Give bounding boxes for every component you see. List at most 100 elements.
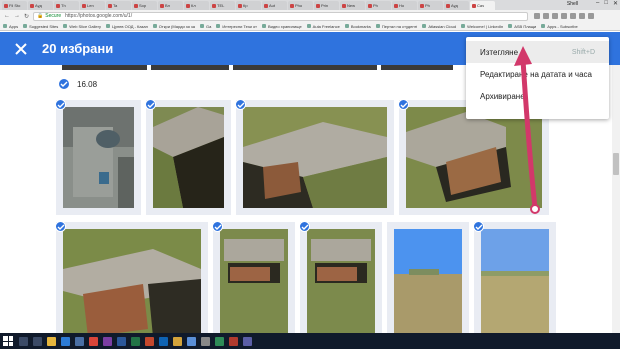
outlook-icon[interactable] [159,336,168,346]
bookmark-label: ASB Плащи [514,23,537,29]
browser-tab[interactable]: Ауд [28,1,53,10]
bookmark-item[interactable]: Web Slice Gallery [63,24,101,29]
photo-select-checkbox[interactable] [212,221,223,232]
photo-select-checkbox[interactable] [473,221,484,232]
menu-item-download[interactable]: Изтегляне Shift+D [466,41,609,63]
browser-tab[interactable]: Sop [132,1,157,10]
close-window-icon[interactable]: ✕ [613,0,618,7]
browser-tab[interactable]: Вл [158,1,183,10]
browser-tab[interactable]: Prin [314,1,339,10]
browser-tab[interactable]: Сач [470,1,495,10]
browser-tab[interactable]: Th [54,1,79,10]
onenote-icon[interactable] [103,336,112,346]
search-icon[interactable] [19,336,28,346]
app-icon[interactable] [173,336,182,346]
bookmark-favicon-icon [306,24,311,28]
photo-tile[interactable] [55,99,141,215]
back-icon[interactable]: ← [4,13,10,19]
browser-tab[interactable]: Ph [366,1,391,10]
extension-icon[interactable] [543,13,550,19]
tab-label: Ауд [451,3,458,8]
extension-icon[interactable] [579,13,586,19]
browser-tab[interactable]: Кл [184,1,209,10]
bookmark-item[interactable]: ASB Плащи [508,24,536,29]
bookmark-item[interactable]: Цунев ООД - Казан [105,23,148,29]
chrome-icon[interactable] [89,336,98,346]
close-icon[interactable] [14,42,28,56]
photo-tile[interactable] [299,221,382,342]
bookmark-item[interactable]: Интересни Тези от [216,24,257,29]
photo-tile[interactable] [473,221,556,342]
powerpoint-icon[interactable] [145,336,154,346]
page-scrollbar[interactable] [612,65,620,349]
extension-icon[interactable] [570,13,577,19]
browser-profile-name[interactable]: Shell [567,1,578,7]
bookmark-item[interactable]: Welcome! | LinkedIn [461,24,503,29]
tab-favicon-icon [160,3,164,8]
browser-tab[interactable]: Pho [288,1,313,10]
photo-select-checkbox[interactable] [55,221,66,232]
bookmark-item[interactable]: Откри (Марди зя за [152,24,195,29]
photo-tile[interactable] [212,221,295,342]
browser-tab[interactable]: Len [80,1,105,10]
photo-tile[interactable] [55,221,208,342]
tab-favicon-icon [82,3,86,8]
photo-select-checkbox[interactable] [235,99,246,110]
app-icon[interactable] [187,336,196,346]
word-icon[interactable] [117,336,126,346]
browser-tab[interactable]: Fil Sto [2,1,27,10]
app-icon[interactable] [243,336,252,346]
browser-tab[interactable]: New [340,1,365,10]
bookmark-item[interactable]: Apps [3,24,18,29]
photo-select-checkbox[interactable] [55,99,66,110]
menu-icon[interactable] [588,13,595,19]
bookmark-item[interactable]: Пертал на студенті [375,24,417,29]
task-view-icon[interactable] [33,336,42,346]
tab-favicon-icon [30,3,34,8]
browser-tab[interactable]: Кр [236,1,261,10]
menu-item-archive[interactable]: Архивиране [466,85,609,107]
browser-tab[interactable]: Ауд [444,1,469,10]
bookmark-item[interactable]: Auta Freelance [306,24,340,29]
forward-icon[interactable]: → [14,13,20,19]
maximize-icon[interactable]: □ [604,0,608,7]
photo-tile[interactable] [387,222,469,342]
photo-select-checkbox[interactable] [398,99,409,110]
bookmark-item[interactable]: Atlassian Cloud [422,24,456,29]
bookmark-label: Цунев ООД - Казан [111,23,148,29]
menu-item-edit-date-time[interactable]: Редактиране на датата и часа [466,63,609,85]
group-select-checkbox[interactable] [58,78,70,90]
bookmark-item[interactable]: Apps - Subscribe [541,24,578,29]
reload-icon[interactable]: ↻ [24,13,29,20]
bookmark-item[interactable]: Bookmarks [344,24,371,29]
browser-tab[interactable]: Aut [262,1,287,10]
app-icon[interactable] [215,336,224,346]
bookmark-label: Видео хранилище [267,23,302,29]
browser-tab[interactable]: TEL [210,1,235,10]
secure-label: Secure [45,13,62,19]
extension-icon[interactable] [561,13,568,19]
windows-start-icon[interactable] [3,336,13,346]
browser-tab[interactable]: Ph [418,1,443,10]
store-icon[interactable] [75,336,84,346]
photo-tile[interactable] [145,99,231,215]
browser-tab[interactable]: Ho [392,1,417,10]
bookmark-item[interactable]: Ga [199,24,211,29]
edge-icon[interactable] [61,336,70,346]
browser-tab-strip: Fil Sto Ауд Th Len Ta Sop Вл Кл TEL Кр Aut Pho Prin N… [0,0,620,10]
photo-select-checkbox[interactable] [145,99,156,110]
address-bar[interactable]: 🔒 Secure https://photos.google.com/u/1/ [33,11,529,21]
photo-tile[interactable] [235,99,394,215]
scrollbar-thumb[interactable] [613,153,619,175]
app-icon[interactable] [229,336,238,346]
bookmark-item[interactable]: Видео хранилище [261,23,302,29]
bookmark-item[interactable]: Suggested Sites [23,24,58,29]
extension-icon[interactable] [552,13,559,19]
browser-tab[interactable]: Ta [106,1,131,10]
photo-select-checkbox[interactable] [299,221,310,232]
excel-icon[interactable] [131,336,140,346]
extension-icon[interactable] [534,13,541,19]
file-explorer-icon[interactable] [47,336,56,346]
app-icon[interactable] [201,336,210,346]
minimize-icon[interactable]: – [596,0,599,7]
